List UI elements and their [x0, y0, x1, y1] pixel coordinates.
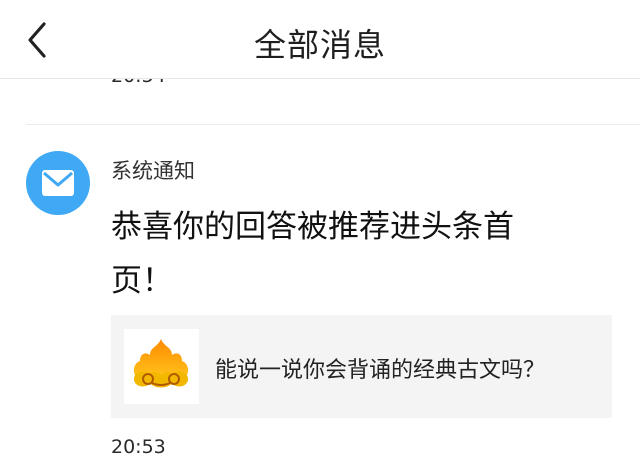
message-time: 20:53: [111, 436, 166, 458]
page-title: 全部消息: [253, 26, 386, 64]
flame-cloud-icon: [133, 339, 189, 388]
notification-message: 恭喜你的回答被推荐进头条首页！: [111, 209, 514, 299]
top-nav-bar: 全部消息: [0, 0, 640, 79]
sender-name: 系统通知: [111, 159, 195, 183]
question-title: 能说一说你会背诵的经典古文吗？: [215, 358, 546, 383]
divider: [26, 124, 640, 125]
question-card[interactable]: 能说一说你会背诵的经典古文吗？: [111, 315, 612, 418]
mail-icon: [42, 170, 74, 196]
system-notice-avatar: [26, 151, 90, 215]
question-thumbnail: [124, 329, 199, 404]
